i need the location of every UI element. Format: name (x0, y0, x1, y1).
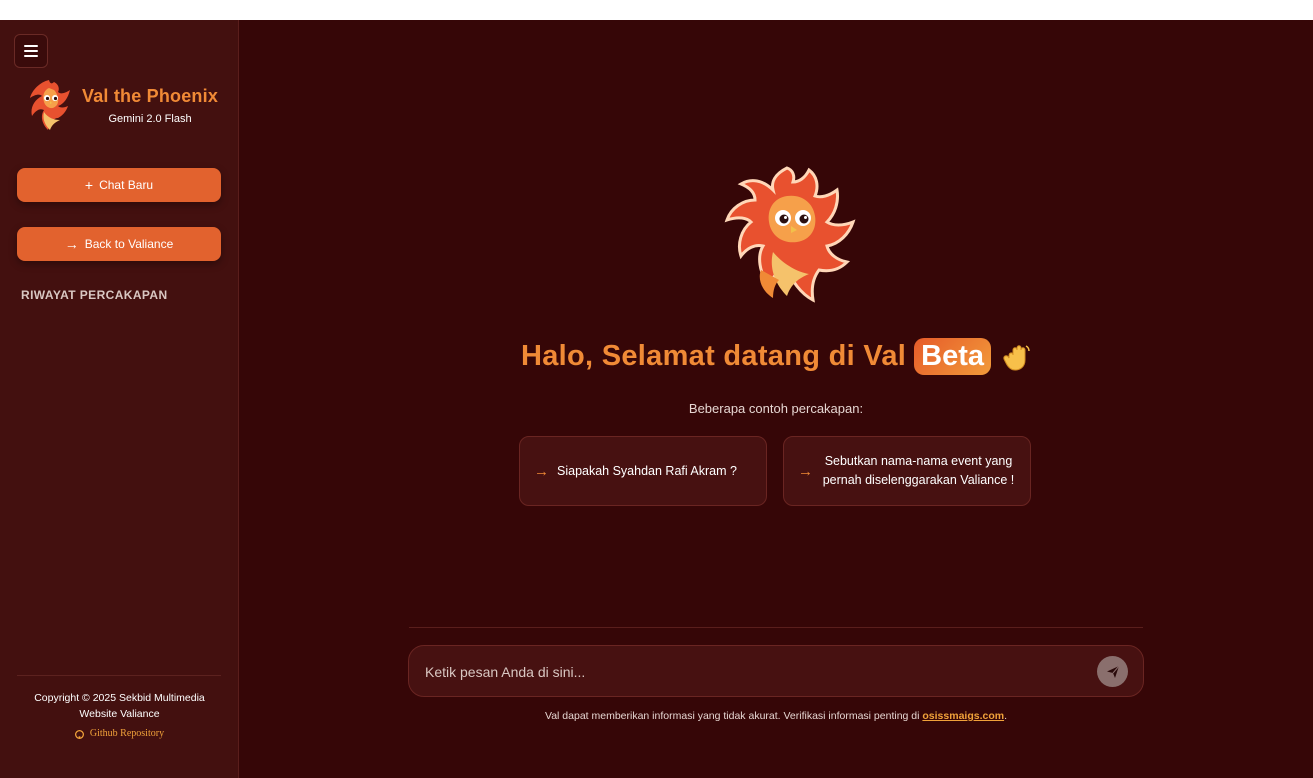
menu-toggle-button[interactable] (14, 34, 48, 68)
arrow-right-icon: → (64, 236, 79, 252)
phoenix-mascot-image (724, 166, 856, 303)
brand-title: Val the Phoenix (82, 85, 219, 106)
waving-hand-icon (1003, 344, 1030, 371)
message-input[interactable] (423, 646, 1077, 698)
github-icon (74, 729, 84, 739)
send-button[interactable] (1097, 656, 1128, 687)
phoenix-logo-icon (30, 80, 70, 130)
example-prompt-text: Siapakah Syahdan Rafi Akram ? (557, 463, 737, 478)
beta-badge: Beta (914, 338, 992, 375)
github-repository-link[interactable]: Github Repository (74, 726, 165, 742)
new-chat-button[interactable]: + Chat Baru (17, 168, 221, 202)
hamburger-menu-icon (24, 45, 38, 57)
example-prompt-text: Sebutkan nama-nama event yang pernah dis… (822, 454, 1015, 487)
app-window: Val the Phoenix Gemini 2.0 Flash + Chat … (0, 20, 1313, 778)
back-to-valiance-button[interactable]: → Back to Valiance (17, 227, 221, 261)
new-chat-label: Chat Baru (99, 178, 154, 192)
input-divider (409, 627, 1143, 628)
arrow-right-icon: → (798, 462, 813, 480)
footer-copyright: Copyright © 2025 Sekbid Multimedia (34, 692, 205, 704)
brand: Val the Phoenix Gemini 2.0 Flash (22, 76, 218, 134)
footer-site: Website Valiance (79, 708, 160, 720)
disclaimer: Val dapat memberikan informasi yang tida… (239, 710, 1313, 722)
example-prompt-card[interactable]: → Siapakah Syahdan Rafi Akram ? (519, 436, 767, 506)
arrow-right-icon: → (534, 462, 549, 480)
back-label: Back to Valiance (84, 237, 174, 251)
sidebar: Val the Phoenix Gemini 2.0 Flash + Chat … (0, 20, 239, 778)
examples-title: Beberapa contoh percakapan: (688, 401, 864, 416)
example-prompt-card[interactable]: → Sebutkan nama-nama event yang pernah d… (783, 436, 1031, 506)
paper-plane-icon (1106, 665, 1119, 678)
history-title: RIWAYAT PERCAKAPAN (21, 288, 168, 302)
osis-website-link[interactable]: osissmaigs.com (922, 710, 1004, 722)
greeting-text: Halo, Selamat datang di Val (520, 340, 907, 372)
chat-input-container (408, 645, 1144, 698)
disclaimer-end: . (1004, 710, 1008, 722)
disclaimer-text: Val dapat memberikan informasi yang tida… (544, 710, 923, 722)
sidebar-footer: Copyright © 2025 Sekbid Multimedia Websi… (0, 690, 239, 744)
model-name: Gemini 2.0 Flash (108, 112, 192, 125)
greeting: Halo, Selamat datang di Val Beta (239, 338, 1313, 375)
plus-icon: + (84, 177, 94, 193)
chat-main: Halo, Selamat datang di Val Beta Beberap… (239, 20, 1313, 778)
sidebar-divider (17, 675, 221, 676)
github-label: Github Repository (89, 728, 165, 739)
